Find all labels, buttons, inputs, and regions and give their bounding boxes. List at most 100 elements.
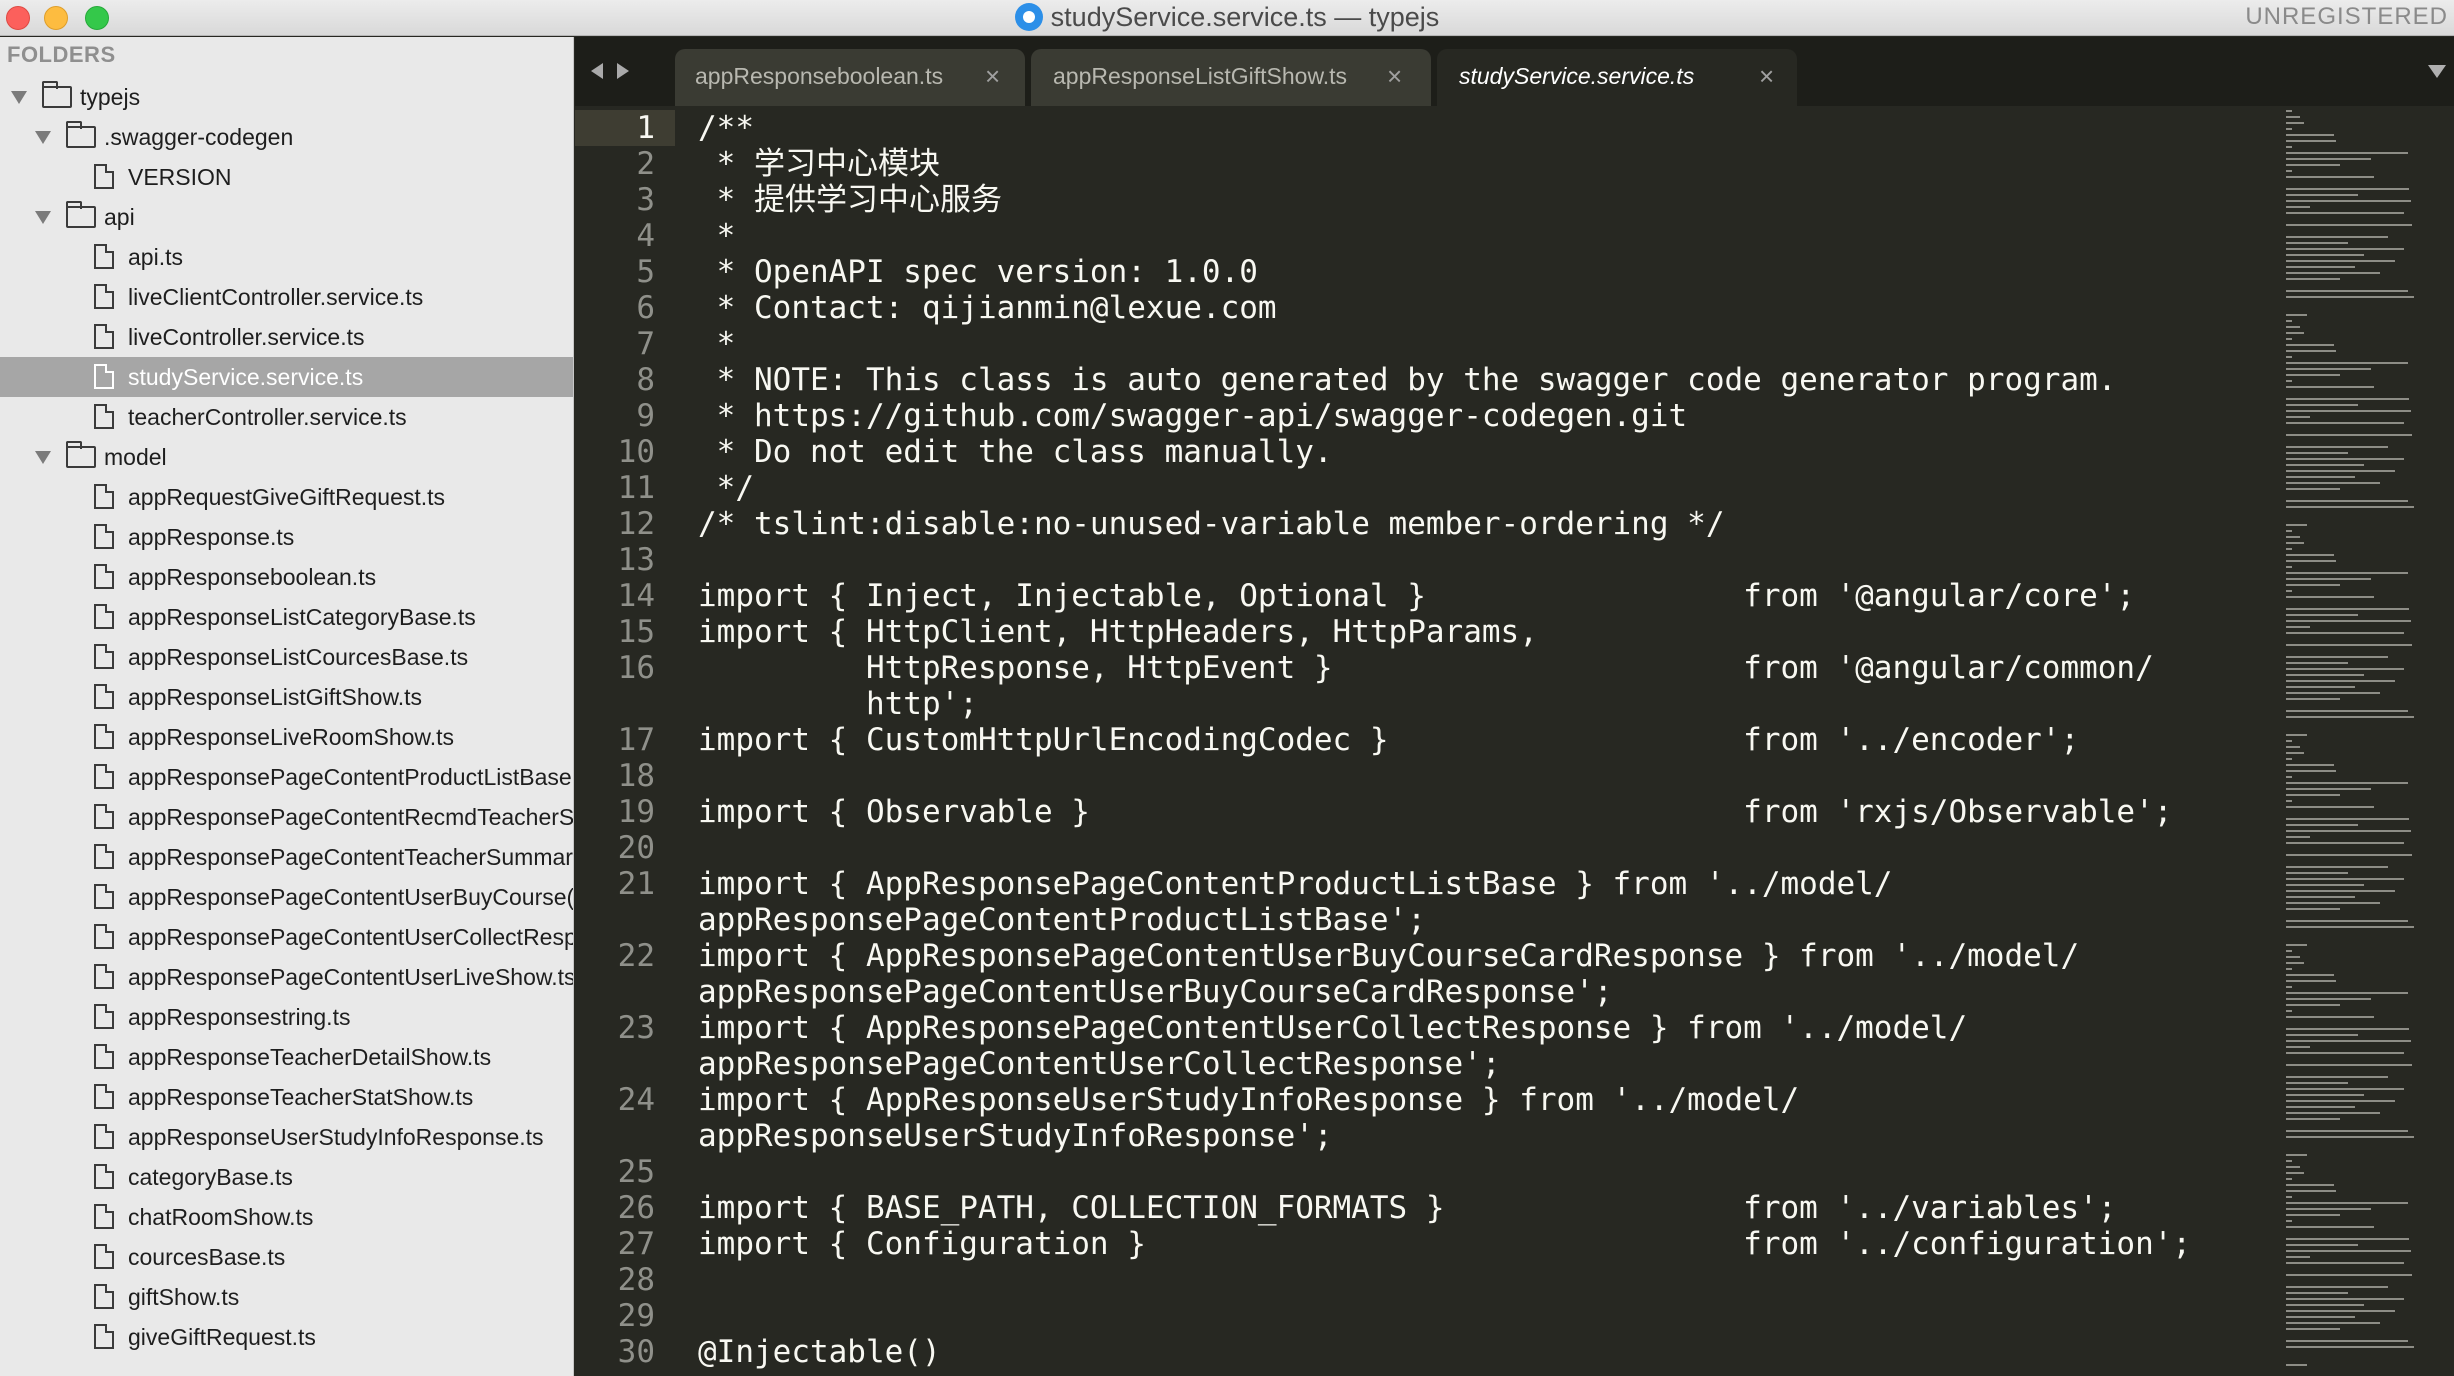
minimap-line	[2286, 1250, 2411, 1252]
minimap-line	[2286, 1118, 2341, 1120]
minimap-line	[2286, 260, 2395, 262]
code-line: import { AppResponseUserStudyInfoRespons…	[698, 1082, 1800, 1118]
minimap-line	[2286, 1052, 2405, 1054]
file-api-ts[interactable]: api.ts	[0, 237, 573, 277]
folder-model[interactable]: model	[0, 437, 573, 477]
sidebar-file-item[interactable]: appResponsePageContentRecmdTeacherS	[0, 797, 573, 837]
minimap-line	[2286, 806, 2374, 808]
sidebar-file-item[interactable]: courcesBase.ts	[0, 1237, 573, 1277]
minimap-line	[2286, 980, 2336, 982]
minimap-line	[2286, 506, 2414, 508]
sidebar-file-item[interactable]: appResponsePageContentUserLiveShow.ts	[0, 957, 574, 997]
sidebar-file-item[interactable]: appResponsePageContentUserBuyCourse(	[0, 877, 574, 917]
minimap-line	[2286, 1364, 2307, 1366]
code-line: import { Configuration } from '../config…	[698, 1226, 2192, 1262]
line-number: 7	[636, 326, 655, 362]
minimap-line	[2286, 290, 2408, 292]
sidebar-file-item[interactable]: appResponsePageContentUserCollectResp	[0, 917, 573, 957]
file-livecontroller[interactable]: liveController.service.ts	[0, 317, 573, 357]
chevron-down-icon[interactable]	[35, 211, 51, 224]
close-icon[interactable]: ×	[1387, 61, 1402, 92]
minimap-line	[2286, 422, 2405, 424]
minimap-line	[2286, 1262, 2405, 1264]
minimap-line	[2286, 374, 2341, 376]
sidebar-file-item[interactable]: appResponseLiveRoomShow.ts	[0, 717, 573, 757]
minimap-line	[2286, 758, 2292, 760]
tab-nav-right-icon[interactable]	[617, 63, 629, 79]
minimap-line	[2286, 1340, 2408, 1342]
minimap-line	[2286, 1346, 2414, 1348]
minimap[interactable]	[2280, 106, 2454, 1376]
minimap-line	[2286, 332, 2304, 334]
minimap-line	[2286, 356, 2292, 358]
sidebar-file-item[interactable]: appResponseListGiftShow.ts	[0, 677, 573, 717]
minimap-line	[2286, 254, 2365, 256]
minimap-line	[2286, 554, 2334, 556]
tab-studyservice-active[interactable]: studyService.service.ts ×	[1437, 49, 1797, 106]
minimap-line	[2286, 1202, 2408, 1204]
tab-appresponselistgiftshow[interactable]: appResponseListGiftShow.ts ×	[1031, 49, 1431, 106]
folder-swagger-codegen[interactable]: .swagger-codegen	[0, 117, 573, 157]
tab-menu-chevron-down-icon[interactable]	[2428, 65, 2446, 78]
minimap-line	[2286, 470, 2395, 472]
minimap-line	[2286, 686, 2355, 688]
minimap-line	[2286, 764, 2334, 766]
file-liveclientcontroller[interactable]: liveClientController.service.ts	[0, 277, 573, 317]
minimap-line	[2286, 1112, 2381, 1114]
file-icon	[94, 284, 114, 309]
sidebar-file-item[interactable]: appResponseTeacherDetailShow.ts	[0, 1037, 573, 1077]
file-label: appResponseTeacherDetailShow.ts	[128, 1044, 492, 1070]
line-number: 2	[636, 146, 655, 182]
minimap-line	[2286, 350, 2336, 352]
minimap-line	[2286, 620, 2411, 622]
sidebar-file-item[interactable]: giveGiftRequest.ts	[0, 1317, 573, 1357]
minimap-line	[2286, 1076, 2389, 1078]
sidebar-file-item[interactable]: appResponseUserStudyInfoResponse.ts	[0, 1117, 573, 1157]
sidebar-file-item[interactable]: appResponseListCourcesBase.ts	[0, 637, 573, 677]
file-label: appResponsePageContentUserLiveShow.ts	[128, 964, 574, 990]
minimap-line	[2286, 482, 2381, 484]
minimap-line	[2286, 1226, 2374, 1228]
minimap-line	[2286, 992, 2408, 994]
close-icon[interactable]: ×	[985, 61, 1000, 92]
minimap-line	[2286, 794, 2341, 796]
minimap-line	[2286, 782, 2408, 784]
file-icon	[94, 964, 114, 989]
sidebar-file-item[interactable]: appRequestGiveGiftRequest.ts	[0, 477, 573, 517]
folder-typejs[interactable]: typejs	[0, 77, 573, 117]
close-icon[interactable]: ×	[1759, 61, 1774, 92]
sidebar-file-item[interactable]: giftShow.ts	[0, 1277, 573, 1317]
tab-appresponseboolean[interactable]: appResponseboolean.ts ×	[675, 49, 1025, 106]
minimap-line	[2286, 668, 2405, 670]
file-teachercontroller[interactable]: teacherController.service.ts	[0, 397, 573, 437]
sidebar-file-item[interactable]: categoryBase.ts	[0, 1157, 573, 1197]
file-label: appResponsePageContentUserBuyCourse(	[128, 884, 574, 910]
minimap-line	[2286, 740, 2292, 742]
sidebar-file-item[interactable]: appResponseListCategoryBase.ts	[0, 597, 573, 637]
minimap-line	[2286, 878, 2405, 880]
minimap-line	[2286, 224, 2413, 226]
minimap-line	[2286, 278, 2341, 280]
sidebar-file-item[interactable]: appResponsestring.ts	[0, 997, 573, 1037]
minimap-line	[2286, 140, 2336, 142]
chevron-down-icon[interactable]	[11, 91, 27, 104]
minimap-line	[2286, 338, 2292, 340]
chevron-down-icon[interactable]	[35, 451, 51, 464]
sidebar-file-item[interactable]: appResponsePageContentTeacherSummar	[0, 837, 573, 877]
sidebar-file-item[interactable]: chatRoomShow.ts	[0, 1197, 573, 1237]
sidebar-file-item[interactable]: appResponsePageContentProductListBase	[0, 757, 573, 797]
file-label: teacherController.service.ts	[128, 404, 407, 430]
file-version[interactable]: VERSION	[0, 157, 573, 197]
minimap-line	[2286, 608, 2410, 610]
minimap-line	[2286, 872, 2349, 874]
folder-api[interactable]: api	[0, 197, 573, 237]
code-line: * NOTE: This class is auto generated by …	[698, 362, 2117, 398]
chevron-down-icon[interactable]	[35, 131, 51, 144]
sidebar-file-item[interactable]: appResponseTeacherStatShow.ts	[0, 1077, 573, 1117]
sidebar-file-item[interactable]: appResponse.ts	[0, 517, 573, 557]
file-studyservice-selected[interactable]: studyService.service.ts	[0, 357, 573, 397]
minimap-line	[2286, 152, 2408, 154]
code-editor[interactable]: 1 2 3 4 5 6 7 8 9 10 11 12 13 14 15 16 17 18 19 20 21 22 23 24 2…	[575, 106, 2454, 1376]
tab-nav-left-icon[interactable]	[591, 63, 603, 79]
sidebar-file-item[interactable]: appResponseboolean.ts	[0, 557, 573, 597]
